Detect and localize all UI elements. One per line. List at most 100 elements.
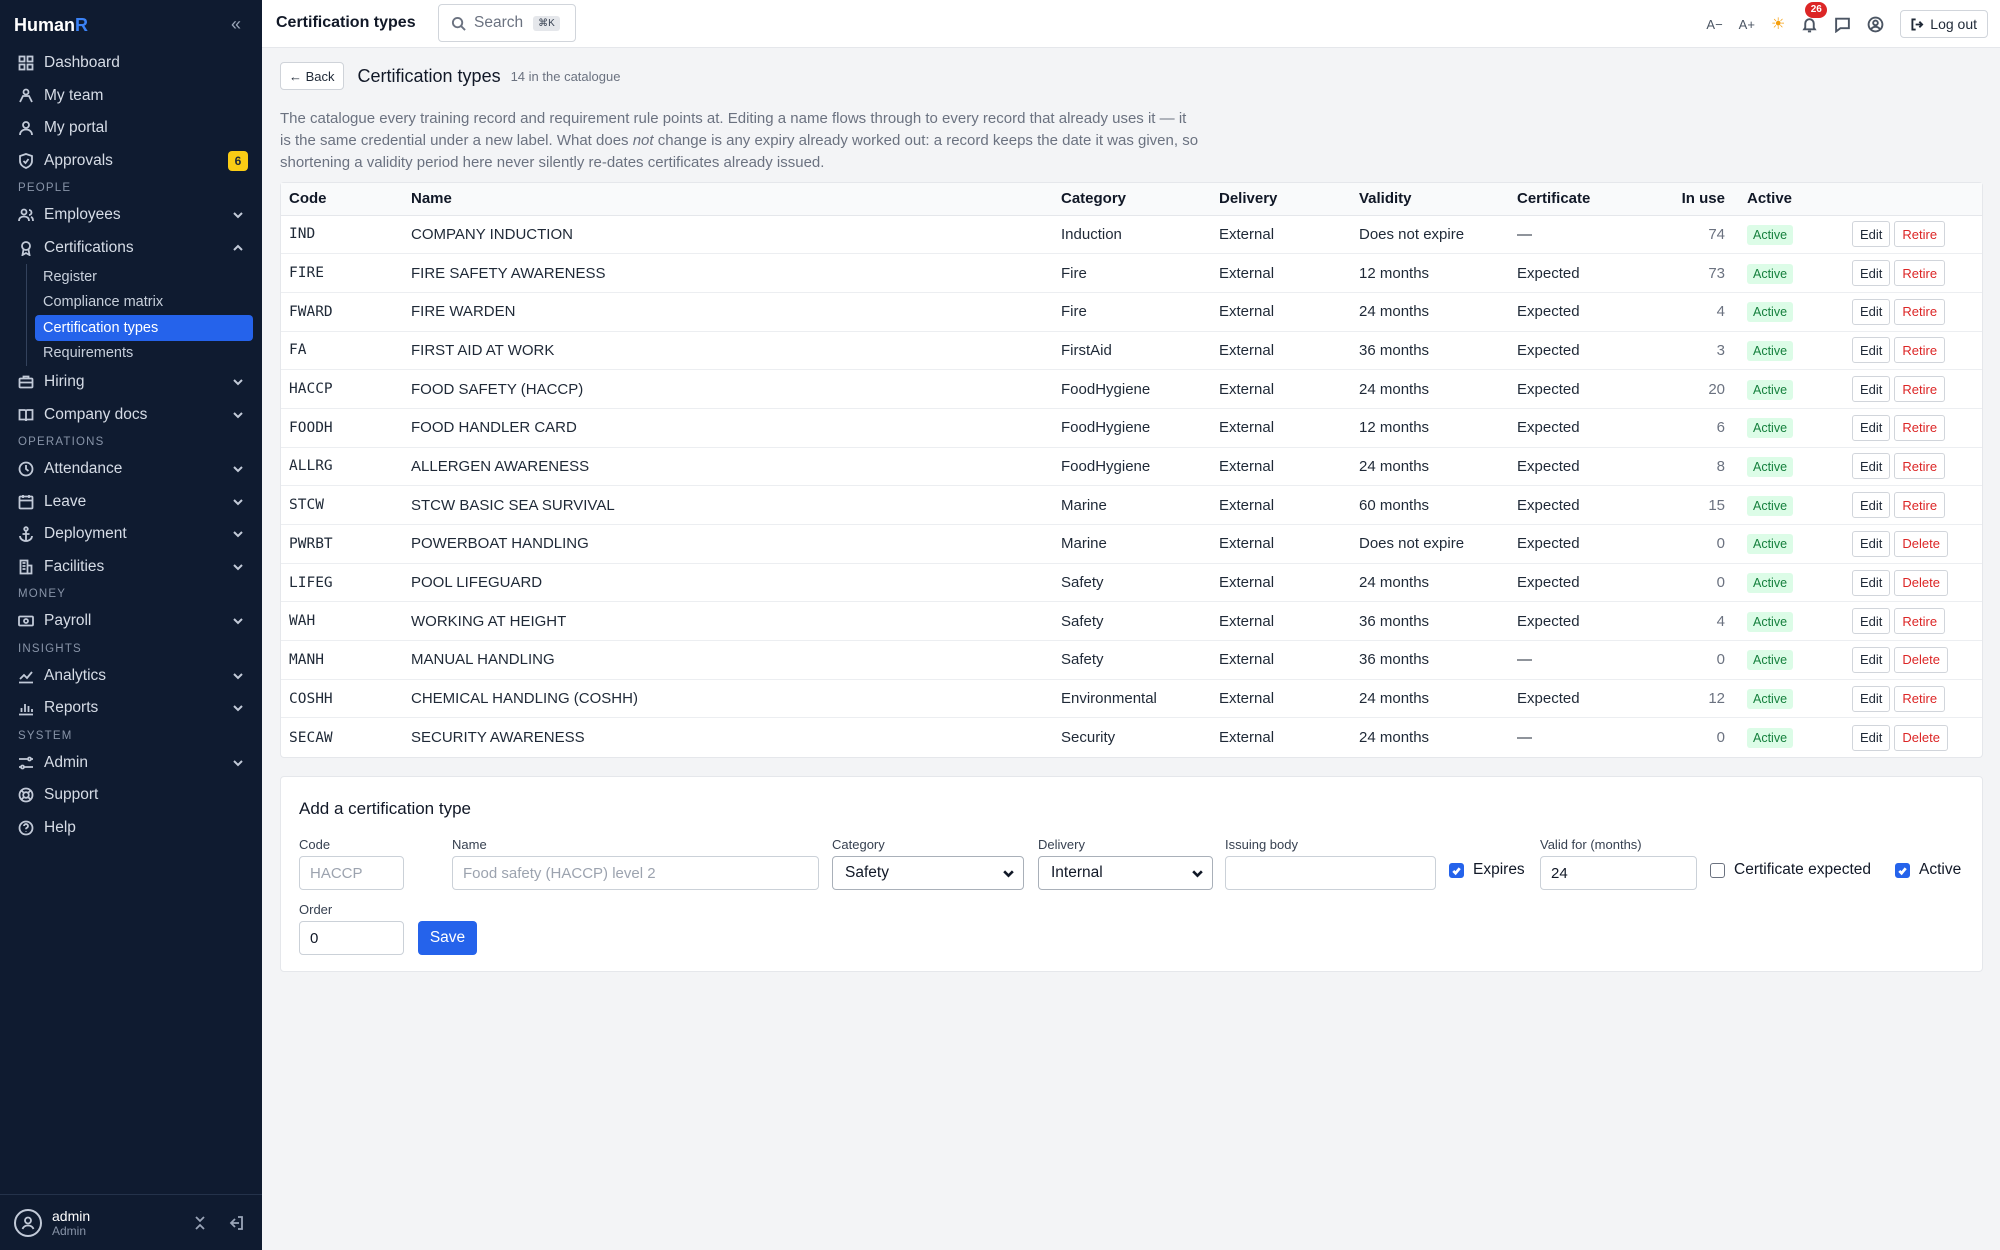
sidebar-item-my-team[interactable]: My team — [0, 80, 262, 113]
search-placeholder: Search — [474, 14, 524, 31]
theme-toggle-sun-icon[interactable]: ☀ — [1771, 14, 1785, 34]
user-role: Admin — [52, 1223, 87, 1238]
back-button[interactable]: ← Back — [280, 62, 344, 90]
avatar[interactable] — [14, 1208, 42, 1237]
sidebar-item-label: Analytics — [44, 666, 107, 684]
delete-button[interactable]: Delete — [1894, 646, 1948, 673]
column-header-delivery[interactable]: Delivery — [1211, 183, 1351, 216]
delivery-cell: External — [1211, 601, 1351, 642]
logout-button[interactable]: Log out — [1900, 10, 1988, 38]
name-input[interactable] — [452, 856, 819, 890]
column-header-certificate[interactable]: Certificate — [1509, 183, 1649, 216]
sidebar-item-certifications[interactable]: Certifications — [0, 232, 262, 265]
retire-button[interactable]: Retire — [1894, 453, 1946, 480]
actions-cell: Edit Retire — [1844, 331, 1982, 371]
sidebar-subitem-register[interactable]: Register — [35, 264, 262, 290]
active-checkbox[interactable]: Active — [1895, 861, 1961, 879]
sidebar-item-help[interactable]: Help — [0, 812, 262, 845]
edit-button[interactable]: Edit — [1852, 260, 1891, 287]
notifications-bell-icon[interactable]: 26 — [1801, 1, 1828, 33]
order-input[interactable] — [299, 921, 404, 955]
edit-button[interactable]: Edit — [1852, 608, 1891, 635]
retire-button[interactable]: Retire — [1894, 337, 1946, 364]
sidebar-item-support[interactable]: Support — [0, 779, 262, 812]
delivery-select[interactable]: Internal — [1038, 856, 1213, 890]
actions-cell: Edit Retire — [1844, 215, 1982, 255]
column-header-active[interactable]: Active — [1739, 183, 1844, 216]
edit-button[interactable]: Edit — [1852, 453, 1891, 480]
actions-cell: Edit Retire — [1844, 679, 1982, 719]
sidebar-item-company-docs[interactable]: Company docs — [0, 399, 262, 432]
code-input[interactable] — [299, 856, 404, 890]
sidebar-item-payroll[interactable]: Payroll — [0, 605, 262, 638]
retire-button[interactable]: Retire — [1894, 221, 1946, 248]
retire-button[interactable]: Retire — [1894, 298, 1946, 325]
column-header-in-use[interactable]: In use — [1649, 183, 1739, 216]
expires-label: Expires — [1473, 861, 1525, 878]
delete-button[interactable]: Delete — [1894, 724, 1948, 751]
sidebar-item-attendance[interactable]: Attendance — [0, 453, 262, 486]
sidebar-item-admin[interactable]: Admin — [0, 747, 262, 780]
category-cell: Fire — [1053, 253, 1211, 293]
sidebar-item-employees[interactable]: Employees — [0, 199, 262, 232]
sidebar-item-my-portal[interactable]: My portal — [0, 112, 262, 145]
edit-button[interactable]: Edit — [1852, 298, 1891, 325]
in-use-cell: 8 — [1649, 447, 1739, 487]
edit-button[interactable]: Edit — [1852, 376, 1891, 403]
retire-button[interactable]: Retire — [1894, 685, 1946, 712]
retire-button[interactable]: Retire — [1894, 414, 1946, 441]
sidebar-item-approvals[interactable]: Approvals 6 — [0, 145, 262, 178]
column-header-validity[interactable]: Validity — [1351, 183, 1509, 216]
category-select[interactable]: Safety — [832, 856, 1024, 890]
validity-cell: 60 months — [1351, 485, 1509, 525]
account-icon[interactable] — [1867, 16, 1884, 33]
edit-button[interactable]: Edit — [1852, 724, 1891, 751]
sidebar-subitem-certification-types[interactable]: Certification types — [35, 315, 253, 341]
column-header-name[interactable]: Name — [403, 183, 1053, 216]
edit-button[interactable]: Edit — [1852, 221, 1891, 248]
collapse-sidebar-icon[interactable]: « — [226, 12, 246, 36]
column-header-category[interactable]: Category — [1053, 183, 1211, 216]
order-label: Order — [299, 902, 333, 917]
valid-for-input[interactable] — [1540, 856, 1697, 890]
expires-checkbox[interactable]: Expires — [1449, 861, 1525, 879]
delete-button[interactable]: Delete — [1894, 530, 1948, 557]
sidebar-item-analytics[interactable]: Analytics — [0, 660, 262, 693]
certificate-expected-checkbox[interactable]: Certificate expected — [1710, 861, 1871, 879]
retire-button[interactable]: Retire — [1894, 260, 1946, 287]
column-header-code[interactable]: Code — [281, 183, 403, 216]
font-decrease-button[interactable]: A− — [1706, 17, 1722, 32]
collapse-vertical-icon[interactable] — [192, 1215, 208, 1236]
font-increase-button[interactable]: A+ — [1739, 17, 1755, 32]
sidebar-subitem-requirements[interactable]: Requirements — [35, 341, 262, 367]
search-input[interactable]: Search ⌘K — [438, 4, 576, 42]
sidebar-subitem-compliance-matrix[interactable]: Compliance matrix — [35, 290, 262, 316]
edit-button[interactable]: Edit — [1852, 492, 1891, 519]
sidebar-item-reports[interactable]: Reports — [0, 692, 262, 725]
edit-button[interactable]: Edit — [1852, 569, 1891, 596]
retire-button[interactable]: Retire — [1894, 376, 1946, 403]
issuing-body-input[interactable] — [1225, 856, 1436, 890]
briefcase-icon — [18, 374, 34, 390]
code-cell: STCW — [281, 485, 403, 525]
sidebar-item-hiring[interactable]: Hiring — [0, 366, 262, 399]
edit-button[interactable]: Edit — [1852, 685, 1891, 712]
sidebar-item-facilities[interactable]: Facilities — [0, 551, 262, 584]
edit-button[interactable]: Edit — [1852, 414, 1891, 441]
sidebar-item-deployment[interactable]: Deployment — [0, 518, 262, 551]
edit-button[interactable]: Edit — [1852, 337, 1891, 364]
edit-button[interactable]: Edit — [1852, 530, 1891, 557]
active-cell: Active — [1739, 369, 1844, 409]
edit-button[interactable]: Edit — [1852, 646, 1891, 673]
sign-out-icon[interactable] — [228, 1215, 244, 1236]
messages-icon[interactable] — [1834, 16, 1851, 33]
delete-button[interactable]: Delete — [1894, 569, 1948, 596]
retire-button[interactable]: Retire — [1894, 492, 1946, 519]
sidebar-item-leave[interactable]: Leave — [0, 486, 262, 519]
status-badge: Active — [1747, 534, 1794, 555]
retire-button[interactable]: Retire — [1894, 608, 1946, 635]
chevron-down-icon — [232, 702, 244, 714]
save-button[interactable]: Save — [418, 921, 477, 955]
app-logo[interactable]: Human R — [14, 12, 88, 38]
sidebar-item-dashboard[interactable]: Dashboard — [0, 47, 262, 80]
